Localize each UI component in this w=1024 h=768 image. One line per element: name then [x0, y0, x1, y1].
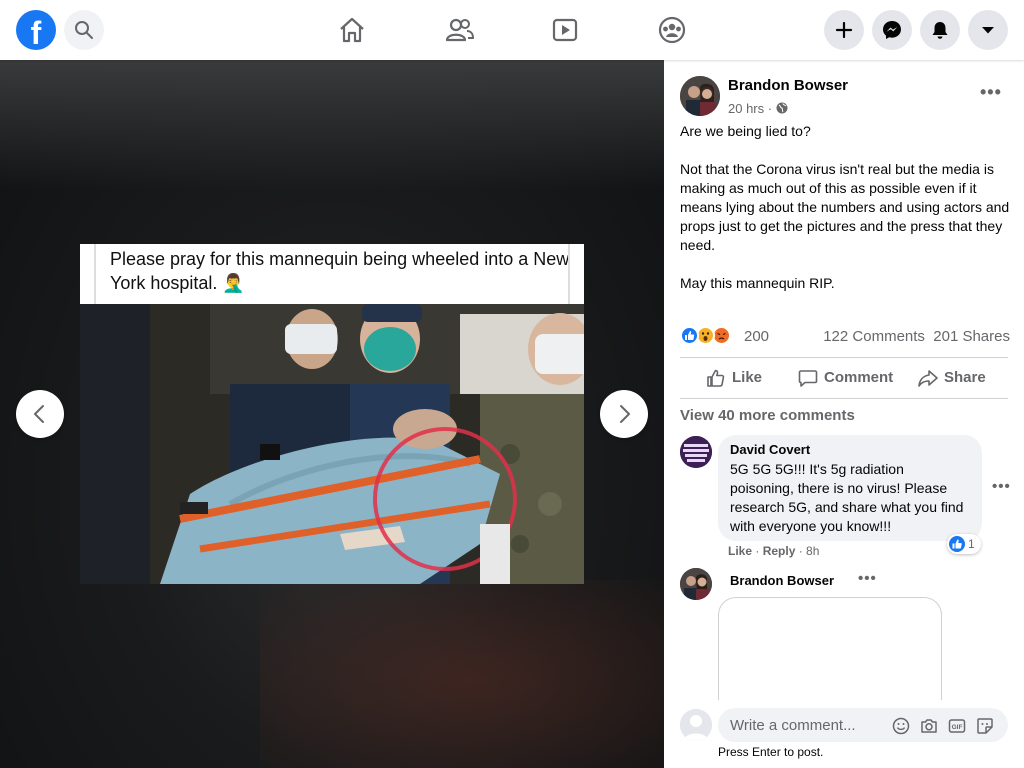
divider-top — [680, 357, 1008, 358]
sticker-icon[interactable] — [976, 717, 994, 735]
comments-shares-count: 122 Comments 201 Shares — [823, 328, 1010, 345]
chevron-right-icon — [620, 405, 630, 423]
camera-icon[interactable] — [920, 717, 938, 735]
groups-icon[interactable] — [656, 14, 688, 46]
comment-actions: Like · Reply · 8h — [728, 544, 820, 558]
comment-text: 5G 5G 5G!!! It's 5g radiation poisoning,… — [730, 461, 964, 534]
search-icon — [75, 21, 93, 39]
post-photo[interactable]: Please pray for this mannequin being whe… — [80, 244, 584, 584]
comment-time[interactable]: 8h — [806, 544, 819, 558]
search-button[interactable] — [64, 10, 104, 50]
like-reaction-icon — [680, 326, 699, 345]
press-enter-hint: Press Enter to post. — [718, 745, 824, 759]
reply-author-name[interactable]: Brandon Bowser — [730, 573, 834, 588]
facebook-logo[interactable]: f — [16, 10, 56, 50]
comment-label: Comment — [824, 369, 894, 386]
photo-viewer: Please pray for this mannequin being whe… — [0, 60, 664, 768]
post-details-panel: Brandon Bowser 20 hrs · ••• Are we being… — [664, 60, 1024, 768]
comment-like-link[interactable]: Like — [728, 544, 752, 558]
caption-border-left — [94, 244, 96, 304]
share-icon — [918, 370, 938, 387]
like-button[interactable]: Like — [706, 365, 776, 391]
comment-options-button[interactable]: ••• — [992, 478, 1011, 495]
author-avatar[interactable] — [680, 76, 720, 116]
post-text: Are we being lied to? Not that the Coron… — [680, 123, 1010, 291]
notifications-button[interactable] — [920, 10, 960, 50]
viewer-background-blur — [0, 60, 664, 190]
watch-icon[interactable] — [549, 14, 581, 46]
comment-bubble: David Covert 5G 5G 5G!!! It's 5g radiati… — [718, 435, 982, 541]
commenter-avatar[interactable] — [680, 436, 712, 468]
reactions-summary[interactable]: 200 122 Comments 201 Shares — [680, 326, 1010, 346]
caption-border-right — [568, 244, 570, 304]
comments-count[interactable]: 122 Comments — [823, 328, 925, 345]
photo-scene-image — [80, 304, 584, 584]
gif-icon-label: GIF — [952, 724, 963, 731]
shares-count[interactable]: 201 Shares — [933, 328, 1010, 345]
reply-author-avatar-image — [680, 568, 712, 600]
facebook-logo-letter: f — [30, 15, 42, 50]
gif-icon[interactable]: GIF — [948, 717, 966, 735]
globe-icon — [776, 102, 788, 114]
notifications-bell-icon — [932, 22, 948, 39]
comment-button[interactable]: Comment — [798, 365, 898, 391]
plus-icon — [835, 21, 853, 39]
meta-separator: · — [767, 101, 773, 116]
account-menu-button[interactable] — [968, 10, 1008, 50]
commenter-avatar-image — [680, 436, 712, 468]
post-meta: 20 hrs · — [728, 101, 788, 116]
previous-photo-button[interactable] — [16, 390, 64, 438]
comment-author-name[interactable]: David Covert — [730, 442, 970, 458]
reply-attachment-card[interactable] — [718, 597, 942, 717]
reply-author-avatar[interactable] — [680, 568, 712, 600]
top-navigation-bar: f — [0, 0, 1024, 60]
current-user-avatar[interactable] — [680, 709, 712, 741]
view-more-comments-link[interactable]: View 40 more comments — [680, 407, 855, 424]
post-author-name[interactable]: Brandon Bowser — [728, 77, 848, 94]
messenger-icon — [883, 21, 901, 39]
thumbs-up-icon — [707, 369, 725, 387]
emoji-icon[interactable] — [892, 717, 910, 735]
comment-icon — [798, 370, 818, 387]
share-label: Share — [944, 369, 986, 386]
create-button[interactable] — [824, 10, 864, 50]
reply-options-button[interactable]: ••• — [858, 570, 877, 587]
account-menu-chevron-icon — [982, 27, 994, 34]
author-avatar-image — [680, 76, 720, 116]
comment-reply-link[interactable]: Reply — [763, 544, 796, 558]
like-label: Like — [732, 369, 763, 386]
chevron-left-icon — [34, 405, 44, 423]
comment-like-badge[interactable]: 1 — [947, 534, 981, 554]
comment-composer: GIF Press Enter to post. — [664, 700, 1024, 768]
photo-caption-area: Please pray for this mannequin being whe… — [80, 244, 584, 304]
default-user-icon — [680, 709, 712, 741]
viewer-background-glow — [260, 580, 664, 768]
home-icon[interactable] — [336, 14, 368, 46]
post-timestamp[interactable]: 20 hrs — [728, 101, 764, 116]
post-options-button[interactable]: ••• — [980, 82, 1002, 103]
comment-like-count: 1 — [968, 537, 975, 551]
messenger-button[interactable] — [872, 10, 912, 50]
divider-bottom — [680, 398, 1008, 399]
reaction-count[interactable]: 200 — [744, 328, 769, 345]
share-button[interactable]: Share — [918, 365, 998, 391]
photo-caption: Please pray for this mannequin being whe… — [110, 249, 570, 293]
friends-icon[interactable] — [443, 14, 475, 46]
like-reaction-icon — [949, 536, 965, 552]
next-photo-button[interactable] — [600, 390, 648, 438]
